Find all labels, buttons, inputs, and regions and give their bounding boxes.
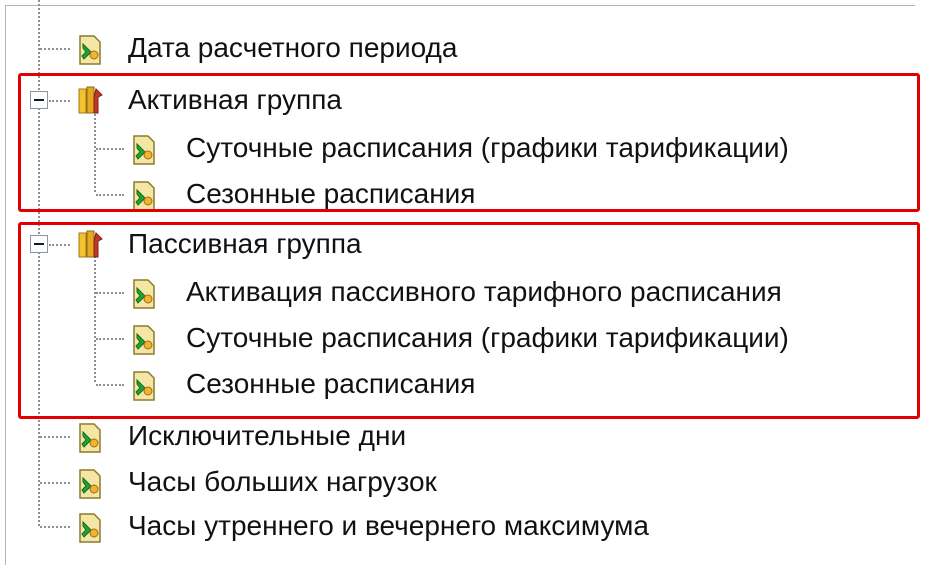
tools-group-icon [76,227,104,261]
tree-item-exception-days[interactable]: Исключительные дни [0,414,560,458]
tree-item-morning-evening-max-hours[interactable]: Часы утреннего и вечернего максимума [0,504,800,548]
parameter-tree: Дата расчетного периода Активная группа … [0,0,925,566]
tree-connector [40,48,70,50]
tree-item-label: Пассивная группа [128,228,362,259]
parameter-icon [76,32,104,66]
tree-item-label: Дата расчетного периода [128,32,458,63]
tree-item-daily-schedules[interactable]: Суточные расписания (графики тарификации… [0,126,910,170]
tree-item-peak-load-hours[interactable]: Часы больших нагрузок [0,460,560,504]
tree-item-active-group[interactable]: Активная группа [0,78,460,122]
parameter-icon [76,420,104,454]
tree-item-seasonal-schedules-passive[interactable]: Сезонные расписания [0,362,560,406]
collapse-toggle-icon[interactable] [30,91,48,109]
tree-item-label: Часы больших нагрузок [128,466,437,497]
tree-item-label: Активация пассивного тарифного расписани… [186,276,782,307]
tree-item-passive-group[interactable]: Пассивная группа [0,222,460,266]
tree-item-label: Исключительные дни [128,420,407,451]
tree-connector [49,100,70,102]
parameter-icon [130,368,158,402]
tree-item-label: Часы утреннего и вечернего максимума [128,510,649,541]
tools-group-icon [76,83,104,117]
parameter-icon [76,510,104,544]
parameter-icon [130,132,158,166]
tree-connector [96,338,124,340]
parameter-icon [130,322,158,356]
tree-connector [96,292,124,294]
tree-item-seasonal-schedules[interactable]: Сезонные расписания [0,172,560,216]
collapse-toggle-icon[interactable] [30,235,48,253]
tree-connector [40,436,70,438]
tree-connector [96,384,124,386]
tree-connector [40,482,70,484]
parameter-icon [130,276,158,310]
tree-connector [49,244,70,246]
tree-item-label: Суточные расписания (графики тарификации… [186,322,789,353]
tree-connector [96,194,124,196]
parameter-icon [130,178,158,212]
tree-item-passive-tariff-activation[interactable]: Активация пассивного тарифного расписани… [0,270,910,314]
tree-item-daily-schedules-passive[interactable]: Суточные расписания (графики тарификации… [0,316,910,360]
tree-connector [40,526,70,528]
tree-item-label: Сезонные расписания [186,368,476,399]
tree-item-label: Активная группа [128,84,342,115]
tree-item-billing-period-date[interactable]: Дата расчетного периода [0,26,560,70]
parameter-icon [76,466,104,500]
tree-connector [96,148,124,150]
tree-item-label: Сезонные расписания [186,178,476,209]
tree-item-label: Суточные расписания (графики тарификации… [186,132,789,163]
